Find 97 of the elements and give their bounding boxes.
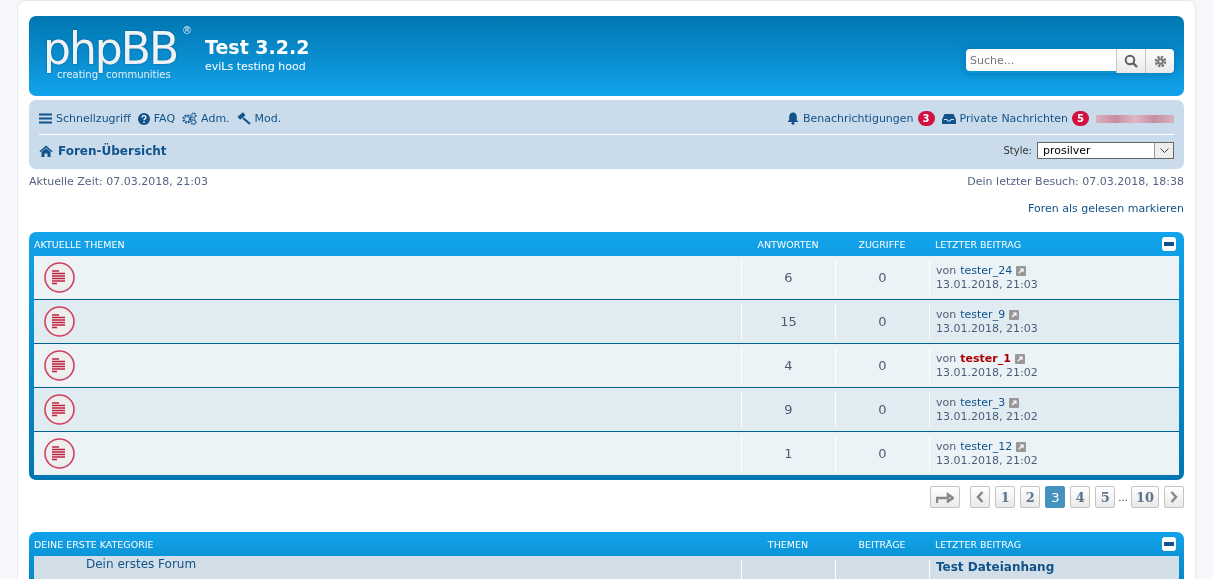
nav-link[interactable]: Benachrichtigungen 3 <box>786 111 935 126</box>
jump-to-post-icon[interactable] <box>1016 441 1027 452</box>
jump-to-page-button[interactable] <box>930 486 961 508</box>
advanced-search-button[interactable] <box>1145 49 1174 73</box>
count-badge: 3 <box>917 111 935 126</box>
collapse-button[interactable] <box>1162 537 1176 551</box>
nav-link[interactable]: FAQ <box>137 112 176 125</box>
topic-read-icon <box>44 350 75 381</box>
category-title[interactable]: DEINE ERSTE KATEGORIE <box>34 538 741 550</box>
breadcrumb-link[interactable]: Foren-Übersicht <box>39 143 167 158</box>
topic-read-icon <box>44 438 75 469</box>
page-button[interactable]: 3 <box>1045 486 1066 508</box>
nav-link[interactable]: Private Nachrichten 5 <box>941 111 1089 126</box>
by-label: von <box>936 264 957 277</box>
reply-count: 15 <box>741 304 835 339</box>
forum-row[interactable]: Dein erstes Forum Test Dateianhang <box>34 556 1179 579</box>
topic-row[interactable]: 4 0 von tester_1 13.01.2018, 21:02 <box>34 343 1179 387</box>
column-header: ANTWORTEN <box>756 238 820 250</box>
topic-read-icon <box>44 262 75 293</box>
bell-icon <box>786 112 799 125</box>
forum-title-link[interactable]: Dein erstes Forum <box>86 557 197 571</box>
minus-icon <box>1164 542 1174 546</box>
topic-row[interactable]: 9 0 von tester_3 13.01.2018, 21:02 <box>34 387 1179 431</box>
column-header: LETZTER BEITRAG <box>934 238 1023 250</box>
gavel-icon <box>236 112 251 125</box>
page-button[interactable]: 5 <box>1095 486 1116 508</box>
reply-count: 9 <box>741 392 835 427</box>
topic-read-icon <box>44 306 75 337</box>
column-header: LETZTER BEITRAG <box>934 538 1023 550</box>
by-label: von <box>936 352 957 365</box>
column-header: THEMEN <box>766 538 810 550</box>
view-count: 0 <box>835 304 929 339</box>
style-dropdown[interactable]: prosilver <box>1037 142 1174 159</box>
by-label: von <box>936 308 957 321</box>
chevron-down-icon <box>1159 147 1169 154</box>
previous-page-button[interactable] <box>970 486 991 508</box>
by-label: von <box>936 440 957 453</box>
gears-icon <box>182 112 198 125</box>
nav-link[interactable]: Schnellzugriff <box>39 112 131 125</box>
site-title: Test 3.2.2 <box>205 36 311 58</box>
post-date: 13.01.2018, 21:02 <box>936 366 1038 379</box>
column-header: BEITRÄGE <box>857 538 907 550</box>
last-visit: Dein letzter Besuch: 07.03.2018, 18:38 <box>967 175 1184 188</box>
nav-link[interactable]: Mod. <box>236 112 282 125</box>
post-date: 13.01.2018, 21:02 <box>936 410 1038 423</box>
topic-row[interactable]: 6 0 von tester_24 13.01.2018, 21:03 <box>34 256 1179 299</box>
search-button[interactable] <box>1116 49 1145 73</box>
username-link[interactable]: tester_1 <box>960 352 1011 365</box>
last-post-link[interactable]: Test Dateianhang <box>936 560 1055 574</box>
column-header: AKTUELLE THEMEN <box>34 238 126 250</box>
post-date: 13.01.2018, 21:03 <box>936 322 1038 335</box>
view-count: 0 <box>835 436 929 471</box>
page-button[interactable]: 4 <box>1070 486 1091 508</box>
jump-to-post-icon[interactable] <box>1009 309 1020 320</box>
topic-read-icon <box>44 394 75 425</box>
search-field[interactable]: Suche... <box>966 49 1116 71</box>
username-link[interactable]: tester_3 <box>960 396 1006 409</box>
page-button[interactable]: 10 <box>1130 486 1159 508</box>
style-label: Style: <box>1003 145 1032 156</box>
view-count: 0 <box>835 348 929 383</box>
by-label: von <box>936 396 957 409</box>
jump-to-post-icon[interactable] <box>1009 397 1020 408</box>
view-count: 0 <box>835 260 929 295</box>
nav-link[interactable]: Adm. <box>182 112 230 125</box>
home-icon <box>39 144 53 157</box>
next-page-button[interactable] <box>1164 486 1184 508</box>
search-icon <box>1124 54 1138 68</box>
jump-to-post-icon[interactable] <box>1016 265 1027 276</box>
mark-read-link[interactable]: Foren als gelesen markieren <box>1028 202 1184 215</box>
reply-count: 6 <box>741 260 835 295</box>
view-count: 0 <box>835 392 929 427</box>
column-header: ZUGRIFFE <box>857 238 907 250</box>
reply-count: 1 <box>741 436 835 471</box>
collapse-button[interactable] <box>1162 237 1176 251</box>
minus-icon <box>1164 242 1174 246</box>
username-link[interactable]: tester_12 <box>960 440 1013 453</box>
current-time: Aktuelle Zeit: 07.03.2018, 21:03 <box>29 175 208 188</box>
page-ellipsis: ... <box>1118 491 1128 503</box>
help-icon <box>137 112 150 125</box>
chevron-right-icon <box>1170 491 1178 503</box>
username-link[interactable]: tester_24 <box>960 264 1013 277</box>
count-badge: 5 <box>1072 111 1089 126</box>
settings-icon <box>1153 54 1167 68</box>
reply-count: 4 <box>741 348 835 383</box>
topic-row[interactable]: 1 0 von tester_12 13.01.2018, 21:02 <box>34 431 1179 475</box>
post-date: 13.01.2018, 21:02 <box>936 454 1038 467</box>
site-description: eviLs testing hood <box>205 60 307 73</box>
inbox-icon <box>941 112 956 125</box>
post-date: 13.01.2018, 21:03 <box>936 278 1038 291</box>
menu-icon <box>39 113 52 124</box>
page-button[interactable]: 1 <box>995 486 1016 508</box>
logo-drawing[interactable]: phpBB$^{®}$ creating communities <box>43 25 193 87</box>
chevron-left-icon <box>976 491 985 503</box>
page-button[interactable]: 2 <box>1020 486 1041 508</box>
username-link[interactable]: tester_9 <box>960 308 1006 321</box>
topic-row[interactable]: 15 0 von tester_9 13.01.2018, 21:03 <box>34 299 1179 343</box>
jump-to-post-icon[interactable] <box>1014 353 1025 364</box>
